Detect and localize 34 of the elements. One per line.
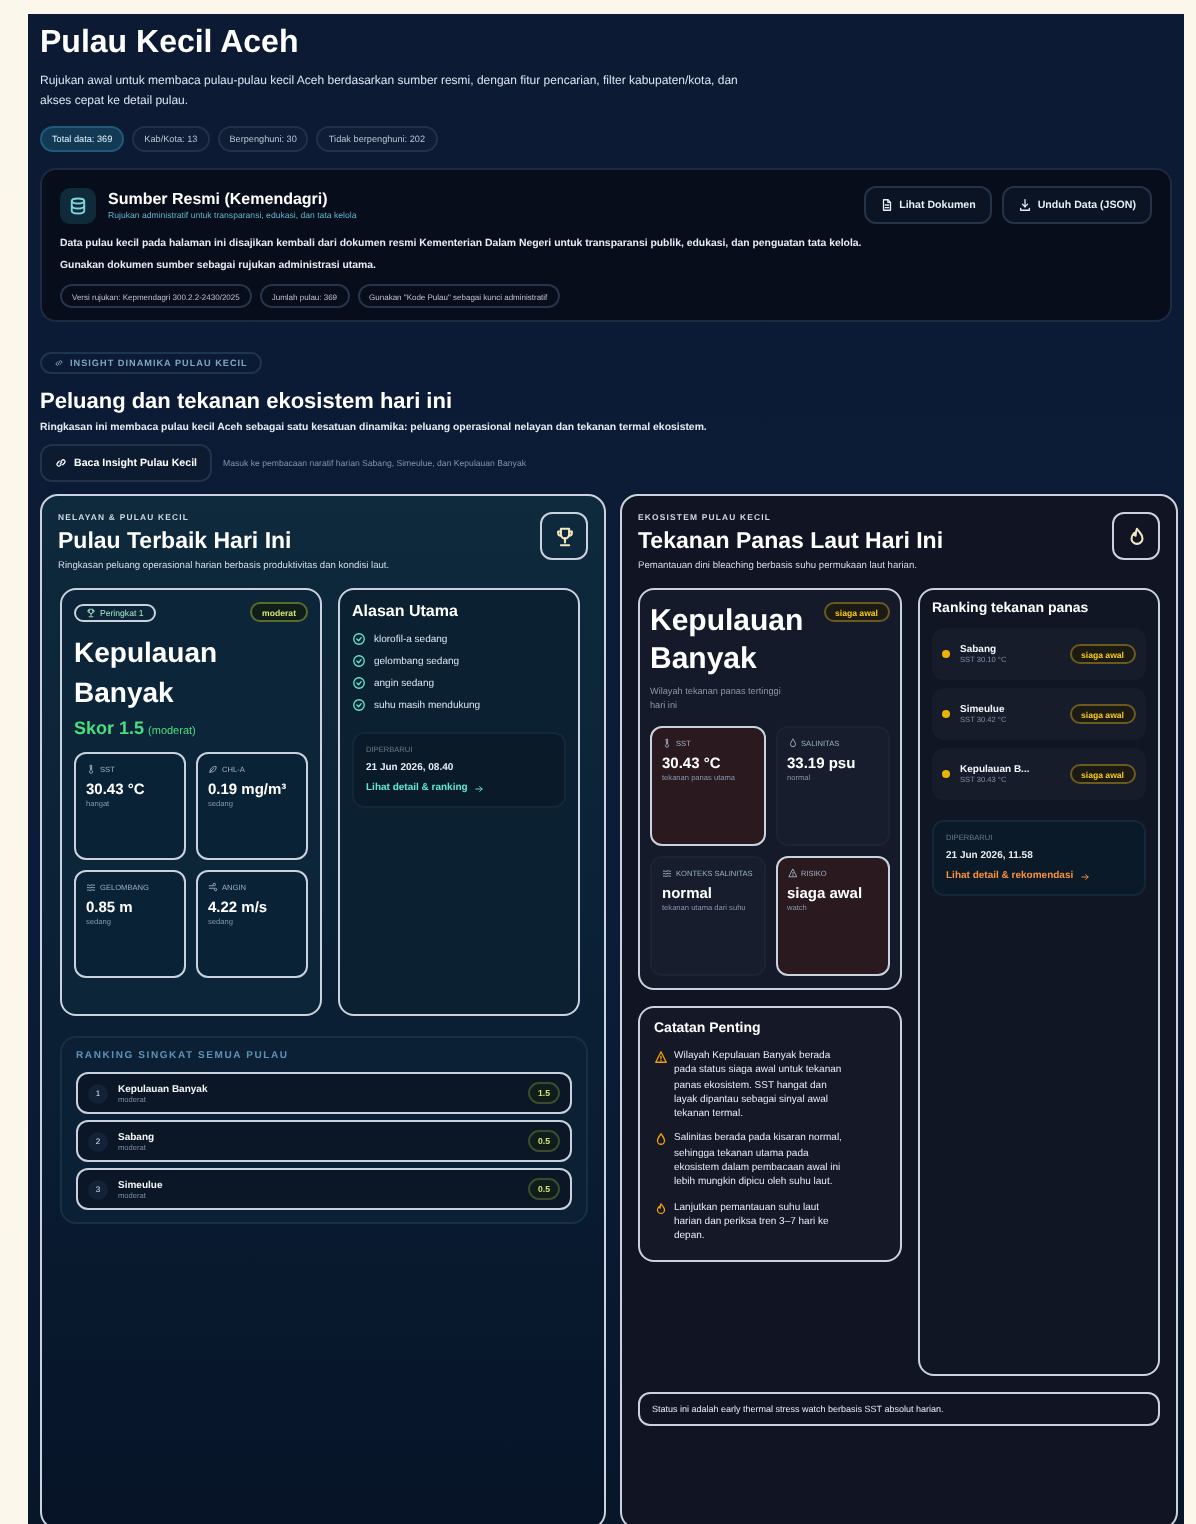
download-icon xyxy=(1017,198,1032,212)
flame-icon xyxy=(654,1201,668,1216)
card-title: Pulau Terbaik Hari Ini xyxy=(58,530,294,554)
check-circle-icon xyxy=(352,698,366,712)
card-title: Tekanan Panas Laut Hari Ini xyxy=(638,530,944,554)
warning-icon xyxy=(654,1050,668,1064)
reasons-title: Alasan Utama xyxy=(352,602,460,620)
waves-icon xyxy=(86,882,96,892)
trophy-icon xyxy=(553,525,575,547)
arrow-right-icon xyxy=(1079,871,1090,881)
droplet-icon xyxy=(787,738,797,748)
flame-icon xyxy=(1125,525,1147,547)
warning-icon xyxy=(787,868,797,878)
check-circle-icon xyxy=(352,654,366,668)
wind-icon xyxy=(208,882,218,892)
droplet-icon xyxy=(654,1132,668,1147)
island-name: Kepulauan Banyak xyxy=(650,602,806,678)
trophy-icon xyxy=(86,607,96,617)
waves-icon xyxy=(662,868,672,878)
link-icon xyxy=(54,358,64,368)
insight-heading: Peluang dan tekanan ekosistem hari ini xyxy=(40,390,455,414)
source-title: Sumber Resmi (Kemendagri) xyxy=(108,190,330,208)
thermometer-icon xyxy=(86,764,96,774)
score: Skor 1.5 xyxy=(74,718,145,738)
check-circle-icon xyxy=(352,632,366,646)
thermometer-icon xyxy=(662,738,672,748)
page-title: Pulau Kecil Aceh xyxy=(40,26,301,62)
leaf-icon xyxy=(208,764,218,774)
arrow-right-icon xyxy=(473,783,484,793)
check-circle-icon xyxy=(352,676,366,690)
document-icon xyxy=(879,198,894,212)
link-icon xyxy=(54,456,68,470)
database-icon xyxy=(68,195,88,215)
island-name: Kepulauan Banyak xyxy=(74,634,220,712)
